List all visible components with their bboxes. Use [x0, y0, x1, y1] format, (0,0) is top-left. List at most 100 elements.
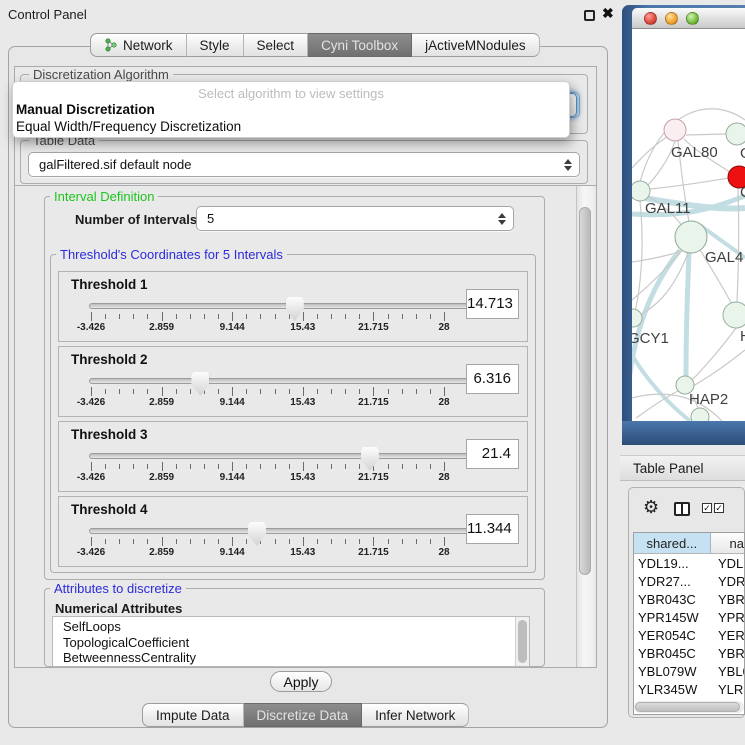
tick-label: 21.715 — [358, 472, 389, 483]
cell-name: YBR0 — [718, 592, 744, 607]
table-row[interactable]: YBR043CYBR0 — [634, 590, 744, 608]
control-panel-title: Control Panel — [8, 7, 87, 22]
node-label-gal4: GAL4 — [705, 249, 743, 266]
threshold-1-panel: Threshold 1-3.4262.8599.14415.4321.71528… — [58, 271, 528, 342]
table-row[interactable]: YLR345WYLR3 — [634, 680, 744, 698]
tab-label: Impute Data — [156, 708, 230, 723]
table-data-combobox[interactable]: galFiltered.sif default node — [28, 152, 580, 177]
cell-name: YPR1 — [718, 610, 744, 625]
close-window-icon[interactable] — [644, 12, 657, 25]
slider-ticks — [91, 387, 444, 397]
column-header-shared-name[interactable]: shared... — [634, 533, 711, 553]
table-hscrollbar-thumb[interactable] — [635, 702, 740, 712]
tick-label: 2.859 — [149, 322, 174, 333]
table-row[interactable]: YDL19...YDL1 — [634, 554, 744, 572]
table-row[interactable]: YER054CYER0 — [634, 626, 744, 644]
table-hscrollbar-track[interactable] — [634, 701, 744, 713]
algorithm-option-equal-width-frequency-discretization[interactable]: Equal Width/Frequency Discretization — [13, 118, 569, 135]
node-gal11[interactable] — [632, 181, 650, 201]
tick-label: 15.43 — [290, 397, 315, 408]
settings-scrollbar-thumb[interactable] — [579, 207, 591, 575]
node-attribute-table: shared... na YDL19...YDL1YDR27...YDR2YBR… — [633, 532, 745, 715]
attribute-item-selfloops[interactable]: SelfLoops — [53, 619, 529, 635]
network-window-titlebar[interactable] — [632, 8, 745, 29]
tab-network[interactable]: Network — [90, 33, 187, 57]
node-label-partial: G — [740, 145, 745, 162]
network-graph: GAL80 G C GAL11 GAL4 GCY1 H HAP2 — [632, 29, 745, 421]
attributes-scrollbar-thumb[interactable] — [518, 620, 527, 663]
tick-label: 28 — [438, 397, 449, 408]
tab-jactivemnodules[interactable]: jActiveMNodules — [412, 33, 540, 57]
tick-label: 15.43 — [290, 472, 315, 483]
select-all-checkbox-icon[interactable]: ✓ — [702, 503, 712, 513]
tab-cyni-toolbox[interactable]: Cyni Toolbox — [308, 33, 412, 57]
threshold-label: Threshold 1 — [71, 277, 148, 292]
table-row[interactable]: YBR045CYBR0 — [634, 644, 744, 662]
minimize-window-icon[interactable] — [665, 12, 678, 25]
float-window-icon[interactable] — [584, 10, 595, 21]
tab-infer-network[interactable]: Infer Network — [362, 703, 469, 727]
threshold-3-panel: Threshold 3-3.4262.8599.14415.4321.71528… — [58, 421, 528, 492]
table-settings-gear-icon[interactable]: ⚙ — [643, 498, 659, 516]
table-data-combo-value: galFiltered.sif default node — [39, 157, 191, 172]
zoom-window-icon[interactable] — [686, 12, 699, 25]
combo-arrows-icon — [564, 159, 572, 171]
tick-label: 21.715 — [358, 322, 389, 333]
attribute-item-topologicalcoefficient[interactable]: TopologicalCoefficient — [53, 635, 529, 651]
attribute-item-betweennesscentrality[interactable]: BetweennessCentrality — [53, 650, 529, 666]
node[interactable] — [723, 302, 745, 328]
threshold-value-field[interactable]: 21.4 — [466, 439, 519, 469]
table-row[interactable]: YPR145WYPR1 — [634, 608, 744, 626]
node-gal4[interactable] — [675, 221, 707, 253]
cell-shared-name: YLR345W — [634, 682, 718, 697]
cell-shared-name: YPR145W — [634, 610, 718, 625]
threshold-value-field[interactable]: 14.713 — [466, 289, 519, 319]
threshold-slider-track[interactable] — [89, 303, 479, 309]
number-of-intervals-spinner[interactable]: 5 — [196, 206, 514, 231]
threshold-4-panel: Threshold 4-3.4262.8599.14415.4321.71528… — [58, 496, 528, 567]
network-canvas[interactable]: GAL80 G C GAL11 GAL4 GCY1 H HAP2 — [632, 29, 745, 421]
cell-shared-name: YDL19... — [634, 556, 718, 571]
slider-ticks — [91, 537, 444, 547]
cell-shared-name: YBR043C — [634, 592, 718, 607]
threshold-value-field[interactable]: 11.344 — [466, 514, 519, 544]
table-panel-title: Table Panel — [633, 461, 704, 476]
column-manager-icon[interactable] — [674, 502, 690, 516]
tick-label: 21.715 — [358, 547, 389, 558]
node-pink[interactable] — [664, 119, 686, 141]
table-row[interactable]: YBL079WYBL0 — [634, 662, 744, 680]
tab-discretize-data[interactable]: Discretize Data — [244, 703, 363, 727]
tab-impute-data[interactable]: Impute Data — [142, 703, 244, 727]
table-row[interactable]: YDR27...YDR2 — [634, 572, 744, 590]
cell-shared-name: YBR045C — [634, 646, 718, 661]
numerical-attributes-label: Numerical Attributes — [55, 601, 182, 616]
algorithm-options: Manual DiscretizationEqual Width/Frequen… — [13, 101, 569, 135]
tab-label: Discretize Data — [257, 708, 349, 723]
cell-name: YBR0 — [718, 646, 744, 661]
threshold-label: Threshold 4 — [71, 502, 148, 517]
node-label-partial: H — [740, 328, 745, 345]
numerical-attributes-list[interactable]: SelfLoopsTopologicalCoefficientBetweenne… — [52, 616, 530, 667]
apply-button[interactable]: Apply — [270, 671, 332, 692]
tab-style[interactable]: Style — [187, 33, 244, 57]
attributes-scrollbar-track[interactable] — [515, 617, 529, 666]
column-header-name[interactable]: na — [711, 533, 744, 553]
table-header-row: shared... na — [634, 533, 744, 554]
deselect-all-checkbox-icon[interactable]: ✓ — [714, 503, 724, 513]
tick-label: 28 — [438, 472, 449, 483]
bottom-tab-strip: Impute Data Discretize Data Infer Network — [142, 703, 469, 727]
algorithm-option-manual-discretization[interactable]: Manual Discretization — [13, 101, 569, 118]
close-panel-icon[interactable]: ✖ — [602, 5, 614, 22]
threshold-slider-track[interactable] — [89, 378, 479, 384]
node[interactable] — [726, 123, 745, 145]
tick-label: -3.426 — [77, 397, 105, 408]
algorithm-placeholder-option[interactable]: Select algorithm to view settings — [13, 82, 569, 101]
tab-select[interactable]: Select — [244, 33, 309, 57]
tick-label: 9.144 — [220, 547, 245, 558]
threshold-slider-track[interactable] — [89, 528, 479, 534]
table-panel-titlebar: Table Panel — [620, 455, 745, 481]
threshold-value-field[interactable]: 6.316 — [466, 364, 519, 394]
threshold-slider-track[interactable] — [89, 453, 479, 459]
node[interactable] — [691, 408, 709, 421]
algorithm-dropdown-popup: Select algorithm to view settings Manual… — [12, 81, 570, 138]
